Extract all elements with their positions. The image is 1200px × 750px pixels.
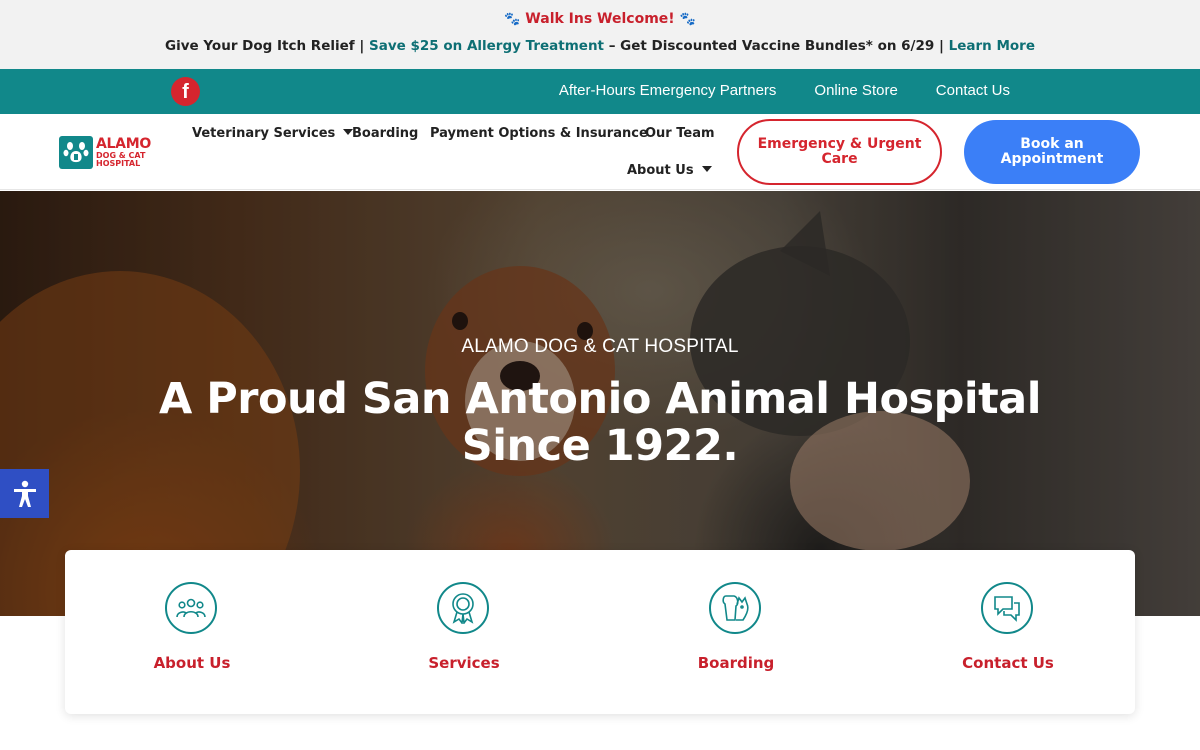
- after-hours-link[interactable]: After-Hours Emergency Partners: [559, 82, 777, 99]
- nav-our-team[interactable]: Our Team: [645, 126, 715, 141]
- chat-bubbles-icon: [981, 582, 1033, 634]
- announcement-bar: 🐾 Walk Ins Welcome! 🐾 Give Your Dog Itch…: [0, 0, 1200, 69]
- card-label: About Us: [153, 654, 231, 672]
- book-appointment-button[interactable]: Book an Appointment: [964, 120, 1140, 184]
- walk-ins-banner: 🐾 Walk Ins Welcome! 🐾: [0, 11, 1200, 27]
- group-icon: [165, 582, 217, 634]
- hero-eyebrow: ALAMO DOG & CAT HOSPITAL: [461, 336, 739, 357]
- nav-payment-options[interactable]: Payment Options & Insurance: [430, 126, 648, 141]
- card-contact-us[interactable]: Contact Us: [881, 550, 1135, 714]
- card-about-us[interactable]: About Us: [65, 550, 319, 714]
- top-nav-links: After-Hours Emergency Partners Online St…: [559, 82, 1010, 99]
- chevron-down-icon: [701, 166, 712, 172]
- nav-about-us[interactable]: About Us: [627, 163, 712, 178]
- promo-line: Give Your Dog Itch Relief | Save $25 on …: [0, 38, 1200, 54]
- paw-icon: 🐾: [679, 12, 696, 27]
- nav-boarding[interactable]: Boarding: [352, 126, 418, 141]
- nav-veterinary-services-label: Veterinary Services: [192, 126, 336, 141]
- paw-icon: 🐾: [504, 12, 521, 27]
- logo-text: ALAMO DOG & CAT HOSPITAL: [96, 137, 151, 168]
- card-boarding[interactable]: Boarding: [609, 550, 863, 714]
- card-label: Contact Us: [962, 654, 1054, 672]
- award-badge-icon: [437, 582, 489, 634]
- emergency-urgent-care-button[interactable]: Emergency & Urgent Care: [737, 119, 942, 185]
- facebook-icon[interactable]: f: [171, 77, 200, 106]
- promo-lead: Give Your Dog Itch Relief |: [165, 38, 365, 54]
- accessibility-icon: [13, 480, 36, 507]
- top-nav-bar: f After-Hours Emergency Partners Online …: [0, 69, 1200, 114]
- walk-ins-text: Walk Ins Welcome!: [525, 11, 675, 27]
- quick-links-panel: About Us Services Boarding Contact Us: [65, 550, 1135, 714]
- contact-us-link[interactable]: Contact Us: [936, 82, 1010, 99]
- site-header: ALAMO DOG & CAT HOSPITAL Veterinary Serv…: [0, 114, 1200, 190]
- nav-veterinary-services[interactable]: Veterinary Services: [192, 126, 354, 141]
- nav-about-us-label: About Us: [627, 163, 694, 178]
- card-services[interactable]: Services: [337, 550, 591, 714]
- hero-headline: A Proud San Antonio Animal Hospital Sinc…: [159, 374, 1041, 471]
- promo-mid: – Get Discounted Vaccine Bundles* on 6/2…: [608, 38, 944, 54]
- logo-line-1: ALAMO: [96, 135, 151, 152]
- logo-line-3: HOSPITAL: [96, 158, 141, 168]
- learn-more-link[interactable]: Learn More: [949, 38, 1035, 54]
- card-label: Services: [428, 654, 500, 672]
- card-label: Boarding: [697, 654, 775, 672]
- allergy-treatment-link[interactable]: Save $25 on Allergy Treatment: [369, 38, 604, 54]
- logo[interactable]: ALAMO DOG & CAT HOSPITAL: [59, 134, 160, 170]
- paw-logo-icon: [59, 135, 93, 169]
- accessibility-button[interactable]: [0, 469, 49, 518]
- online-store-link[interactable]: Online Store: [814, 82, 897, 99]
- dog-cat-icon: [709, 582, 761, 634]
